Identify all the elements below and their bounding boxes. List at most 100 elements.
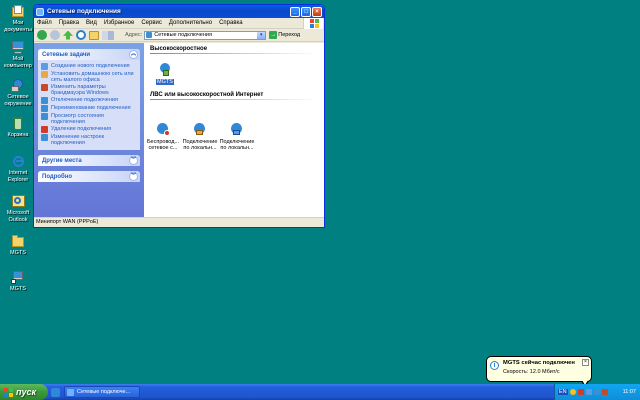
toolbar: Адрес: Сетевые подключения ▾ → Переход xyxy=(34,29,324,42)
desktop-icon-outlook[interactable]: Microsoft Outlook xyxy=(2,194,34,223)
desktop-icon-network-places[interactable]: Сетевое окружение xyxy=(2,78,34,107)
task-home-network[interactable]: Установить домашнюю сеть или сеть малого… xyxy=(41,71,137,83)
menu-view[interactable]: Вид xyxy=(86,20,97,26)
info-icon: i xyxy=(490,361,499,370)
address-value: Сетевые подключения xyxy=(154,32,212,38)
system-tray: EN 11:07 xyxy=(554,384,640,400)
go-button[interactable]: → Переход xyxy=(269,31,300,39)
network-connections-icon xyxy=(67,388,74,396)
desktop-icon-recycle-bin[interactable]: Корзина xyxy=(2,116,34,139)
network-places-icon xyxy=(11,78,25,92)
menu-favorites[interactable]: Избранное xyxy=(104,20,134,26)
desktop-icon-label: Сетевое окружение xyxy=(4,94,32,107)
tray-connection-icon[interactable] xyxy=(593,389,600,395)
task-change-settings[interactable]: Изменение настроек подключения xyxy=(41,134,137,146)
expand-chevron-icon[interactable]: ︾ xyxy=(129,156,138,165)
new-connection-icon xyxy=(41,63,48,70)
folders-icon[interactable] xyxy=(89,30,99,40)
task-label: Удаление подключения xyxy=(51,126,112,132)
minimize-button[interactable]: _ xyxy=(290,6,300,17)
group-divider xyxy=(150,99,318,100)
outlook-icon xyxy=(11,194,25,208)
menu-edit[interactable]: Правка xyxy=(59,20,79,26)
desktop-icon-mgts-shortcut[interactable]: MGTS xyxy=(2,270,34,293)
desktop-icon-my-computer[interactable]: Мой компьютер xyxy=(2,40,34,69)
quicklaunch-ie-icon[interactable] xyxy=(51,387,60,397)
task-disconnect[interactable]: Отключение подключения xyxy=(41,97,137,104)
forward-button-icon[interactable] xyxy=(50,30,60,40)
recycle-bin-icon xyxy=(11,116,25,130)
disconnect-icon xyxy=(41,97,48,104)
taskbar-item-network-connections[interactable]: Сетевые подключе... xyxy=(64,386,140,398)
task-label: Переименование подключения xyxy=(51,105,131,111)
desktop-icon-my-documents[interactable]: Мои документы xyxy=(2,4,34,33)
task-rename[interactable]: Переименование подключения xyxy=(41,105,137,112)
close-button[interactable]: × xyxy=(312,6,322,17)
delete-icon xyxy=(41,126,48,133)
settings-icon xyxy=(41,134,48,141)
tray-security-icon[interactable] xyxy=(577,389,584,395)
task-create-connection[interactable]: Создание нового подключения xyxy=(41,63,137,70)
connection-wireless[interactable]: Беспровод... сетевое с... xyxy=(144,121,182,152)
desktop-icon-internet-explorer[interactable]: Internet Explorer xyxy=(2,154,34,183)
task-label: Изменить параметры брандмауэра Windows xyxy=(51,84,109,96)
back-button-icon[interactable] xyxy=(37,30,47,40)
task-label: Отключение подключения xyxy=(51,97,118,103)
start-button[interactable]: пуск xyxy=(0,384,48,400)
network-tasks-title: Сетевые задачи xyxy=(42,51,91,58)
balloon-close-button[interactable]: × xyxy=(582,359,589,366)
network-tasks-header[interactable]: Сетевые задачи ︽ xyxy=(38,49,140,60)
network-connections-icon xyxy=(36,7,44,16)
task-delete[interactable]: Удаление подключения xyxy=(41,126,137,133)
clock[interactable]: 11:07 xyxy=(623,389,636,395)
search-icon[interactable] xyxy=(76,30,86,40)
collapse-chevron-icon[interactable]: ︽ xyxy=(129,50,138,59)
other-places-header[interactable]: Другие места ︾ xyxy=(38,155,140,166)
details-header[interactable]: Подробно ︾ xyxy=(38,171,140,182)
menu-advanced[interactable]: Дополнительно xyxy=(169,20,212,26)
views-icon[interactable] xyxy=(102,30,114,40)
connection-label: Подключение по локальн... xyxy=(219,139,255,152)
connection-label: MGTS xyxy=(156,79,174,85)
menu-file[interactable]: Файл xyxy=(37,20,52,26)
task-view-status[interactable]: Просмотр состояния подключения xyxy=(41,113,137,125)
other-places-title: Другие места xyxy=(42,157,82,164)
window-titlebar[interactable]: Сетевые подключения _ □ × xyxy=(34,5,324,18)
broadband-connection-icon xyxy=(157,61,173,77)
language-indicator[interactable]: EN xyxy=(558,389,568,395)
task-pane: Сетевые задачи ︽ Создание нового подключ… xyxy=(34,43,144,217)
address-bar[interactable]: Сетевые подключения ▾ xyxy=(144,30,267,40)
connection-mgts[interactable]: MGTS xyxy=(146,61,184,85)
home-network-icon xyxy=(41,71,48,78)
address-label: Адрес: xyxy=(125,32,143,38)
expand-chevron-icon[interactable]: ︾ xyxy=(129,172,138,181)
task-label: Изменение настроек подключения xyxy=(51,134,105,146)
desktop-icon-mgts-folder[interactable]: MGTS xyxy=(2,234,34,257)
status-bar: Минипорт WAN (PPPoE) xyxy=(34,217,324,227)
connection-lan-1[interactable]: Подключение по локальн... xyxy=(181,121,219,152)
connection-lan-2[interactable]: Подключение по локальн... xyxy=(218,121,256,152)
notification-balloon[interactable]: i MGTS сейчас подключен × Скорость: 12.0… xyxy=(486,356,592,387)
menu-tools[interactable]: Сервис xyxy=(141,20,162,26)
group-header-broadband: Высокоскоростное xyxy=(150,46,208,52)
wireless-connection-icon xyxy=(155,121,171,137)
network-connections-icon xyxy=(146,32,153,38)
balloon-body: Скорость: 12.0 Мбит/с xyxy=(503,369,560,375)
start-label: пуск xyxy=(16,387,37,397)
internet-explorer-icon xyxy=(11,154,25,168)
chevron-down-icon[interactable]: ▾ xyxy=(257,31,266,39)
menu-help[interactable]: Справка xyxy=(219,20,243,26)
group-divider xyxy=(150,53,318,54)
my-computer-icon xyxy=(11,40,25,54)
tray-info-icon[interactable] xyxy=(569,389,576,395)
network-connections-window: Сетевые подключения _ □ × Файл Правка Ви… xyxy=(33,4,325,228)
task-firewall[interactable]: Изменить параметры брандмауэра Windows xyxy=(41,84,137,96)
maximize-button[interactable]: □ xyxy=(301,6,311,17)
tray-volume-icon[interactable] xyxy=(601,389,608,395)
tray-network-icon[interactable] xyxy=(585,389,592,395)
task-label: Просмотр состояния подключения xyxy=(51,113,104,125)
details-title: Подробно xyxy=(42,173,73,180)
group-header-lan: ЛВС или высокоскоростной Интернет xyxy=(150,92,264,98)
up-folder-icon[interactable] xyxy=(63,30,73,40)
desktop-icon-label: Мой компьютер xyxy=(4,56,32,69)
